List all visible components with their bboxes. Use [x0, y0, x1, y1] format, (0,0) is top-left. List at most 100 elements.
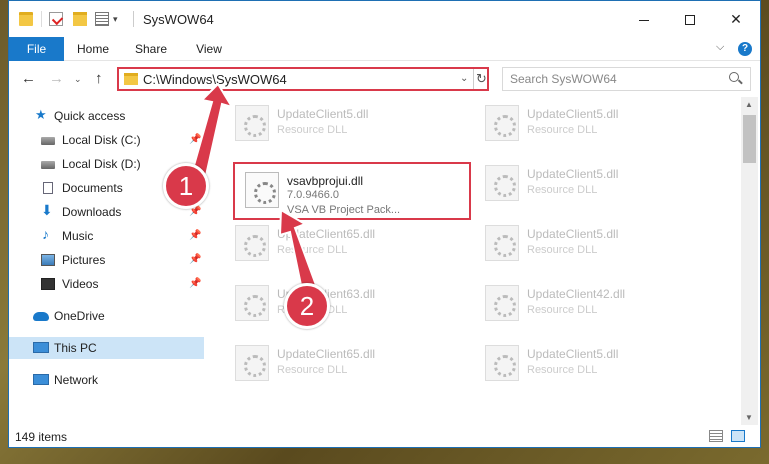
folder-icon [124, 73, 138, 85]
scroll-up-icon[interactable]: ▲ [745, 100, 753, 109]
expand-ribbon-icon[interactable]: ⌵ [716, 41, 724, 54]
file-type: Resource DLL [527, 364, 598, 376]
dll-file-icon [235, 225, 269, 261]
file-tile[interactable]: UpdateClient5.dll Resource DLL [475, 337, 709, 393]
sidebar-item-music[interactable]: ♪ Music 📌 [9, 225, 204, 247]
file-tile[interactable]: UpdateClient65.dll Resource DLL [225, 337, 459, 393]
address-bar[interactable]: C:\Windows\SysWOW64 ⌄ ↻ [117, 67, 489, 91]
ribbon: File Home Share View ⌵ ? [9, 37, 760, 61]
pin-icon[interactable]: 📌 [189, 254, 201, 265]
forward-button[interactable]: → [49, 70, 64, 87]
toolbar-separator [41, 11, 42, 27]
file-tile[interactable]: UpdateClient5.dll Resource DLL [475, 97, 709, 153]
pin-icon[interactable]: 📌 [189, 134, 201, 145]
tab-file[interactable]: File [9, 37, 64, 61]
file-tile-vsavbprojui[interactable]: vsavbprojui.dll 7.0.9466.0 VSA VB Projec… [233, 162, 471, 220]
maximize-icon [685, 15, 695, 26]
navigation-pane: ★ Quick access Local Disk (C:) 📌 Local D… [9, 97, 204, 425]
views-icon[interactable] [95, 12, 109, 26]
sidebar-item-label: Music [62, 229, 94, 243]
title-separator [133, 11, 134, 27]
properties-icon[interactable] [49, 12, 63, 26]
search-icon [729, 72, 739, 82]
minimize-icon [639, 19, 649, 21]
file-name: UpdateClient65.dll [277, 227, 376, 241]
file-type: Resource DLL [277, 124, 348, 136]
file-type: Resource DLL [527, 304, 598, 316]
music-icon: ♪ [42, 226, 49, 242]
file-name: UpdateClient5.dll [527, 347, 619, 361]
file-name: UpdateClient5.dll [277, 107, 369, 121]
sidebar-item-videos[interactable]: Videos 📌 [9, 273, 204, 295]
dll-file-icon [485, 225, 519, 261]
address-history-chevron-icon[interactable]: ⌄ [460, 73, 468, 84]
sidebar-item-this-pc[interactable]: This PC [9, 337, 204, 359]
navigation-bar: ← → ⌄ ↑ C:\Windows\SysWOW64 ⌄ ↻ Search S… [9, 62, 760, 96]
pictures-icon [41, 254, 55, 266]
back-button[interactable]: ← [21, 70, 36, 87]
pin-icon[interactable]: 📌 [189, 278, 201, 289]
file-name: UpdateClient5.dll [527, 107, 619, 121]
dll-file-icon [235, 105, 269, 141]
file-description: VSA VB Project Pack... [287, 204, 401, 216]
file-name: vsavbprojui.dll [287, 174, 364, 188]
search-input[interactable]: Search SysWOW64 [510, 72, 617, 86]
dll-file-icon [235, 345, 269, 381]
pin-icon[interactable]: 📌 [189, 230, 201, 241]
sidebar-item-local-disk-c[interactable]: Local Disk (C:) 📌 [9, 129, 204, 151]
sidebar-item-label: OneDrive [54, 309, 105, 323]
network-icon [33, 374, 49, 385]
address-path[interactable]: C:\Windows\SysWOW64 [143, 72, 287, 87]
recent-locations-chevron-icon[interactable]: ⌄ [74, 74, 82, 85]
tab-view[interactable]: View [189, 37, 229, 61]
close-button[interactable]: ✕ [713, 1, 759, 37]
file-type: Resource DLL [527, 244, 598, 256]
file-tile[interactable]: UpdateClient63.dll Resource DLL [225, 277, 459, 333]
sidebar-item-label: Pictures [62, 253, 106, 267]
sidebar-item-onedrive[interactable]: OneDrive [9, 305, 204, 327]
explorer-window: ▾ SysWOW64 ✕ File Home Share View ⌵ ? ← … [8, 0, 761, 448]
dll-file-icon [485, 345, 519, 381]
search-box[interactable]: Search SysWOW64 [502, 67, 751, 91]
sidebar-item-quick-access[interactable]: ★ Quick access [9, 105, 204, 127]
scroll-down-icon[interactable]: ▼ [745, 413, 753, 422]
file-tile[interactable]: UpdateClient5.dll Resource DLL [475, 157, 709, 213]
new-folder-icon[interactable] [73, 12, 87, 26]
help-icon[interactable]: ? [738, 42, 752, 56]
sidebar-item-network[interactable]: Network [9, 369, 204, 391]
file-tile[interactable]: UpdateClient5.dll Resource DLL [475, 217, 709, 273]
document-icon [43, 182, 53, 194]
file-tile[interactable]: UpdateClient42.dll Resource DLL [475, 277, 709, 333]
file-type: Resource DLL [277, 244, 348, 256]
sidebar-item-label: Downloads [62, 205, 122, 219]
customize-toolbar-chevron-icon[interactable]: ▾ [113, 14, 118, 25]
file-tile[interactable]: UpdateClient5.dll Resource DLL [225, 97, 459, 153]
sidebar-item-label: This PC [54, 341, 97, 355]
maximize-button[interactable] [667, 1, 713, 37]
file-name: UpdateClient42.dll [527, 287, 626, 301]
scrollbar-thumb[interactable] [743, 115, 756, 163]
file-type: Resource DLL [527, 184, 598, 196]
sidebar-item-label: Quick access [54, 109, 126, 123]
up-button[interactable]: ↑ [95, 70, 103, 87]
sidebar-item-pictures[interactable]: Pictures 📌 [9, 249, 204, 271]
file-type: Resource DLL [277, 364, 348, 376]
sidebar-item-label: Local Disk (C:) [62, 133, 141, 147]
file-name: UpdateClient5.dll [527, 227, 619, 241]
dll-file-icon [485, 165, 519, 201]
dll-file-icon [245, 172, 279, 208]
tab-share[interactable]: Share [131, 37, 171, 61]
details-view-icon[interactable] [709, 430, 723, 442]
minimize-button[interactable] [621, 1, 667, 37]
file-list: UpdateClient5.dll Resource DLL UpdateCli… [205, 97, 741, 425]
large-icons-view-icon[interactable] [731, 430, 745, 442]
cloud-icon [33, 312, 49, 321]
file-tile[interactable]: UpdateClient65.dll Resource DLL [225, 217, 459, 273]
sidebar-item-label: Local Disk (D:) [62, 157, 141, 171]
file-name: UpdateClient65.dll [277, 347, 376, 361]
vertical-scrollbar[interactable]: ▲ ▼ [741, 97, 758, 425]
refresh-icon[interactable]: ↻ [473, 69, 489, 89]
window-title: SysWOW64 [143, 12, 214, 27]
folder-icon [19, 12, 33, 26]
tab-home[interactable]: Home [70, 37, 116, 61]
